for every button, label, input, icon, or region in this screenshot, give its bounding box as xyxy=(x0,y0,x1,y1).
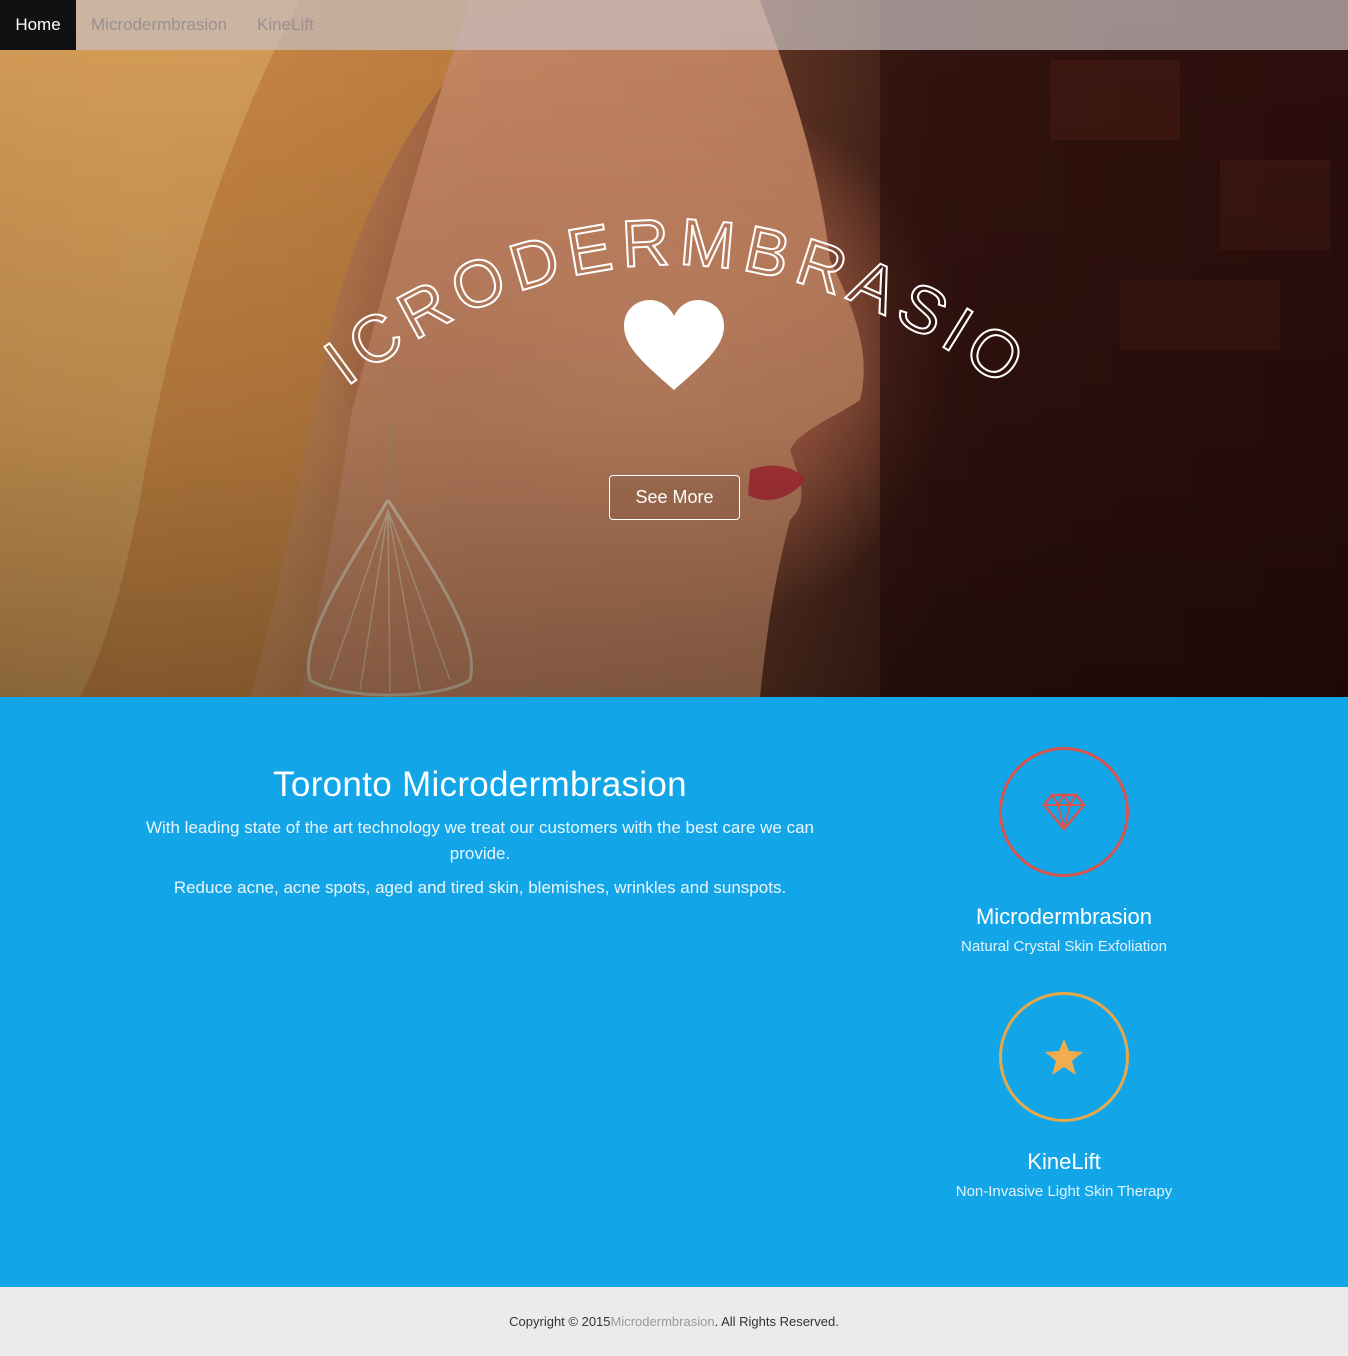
service-icon-circle xyxy=(999,747,1129,877)
footer-copyright-suffix: . All Rights Reserved. xyxy=(714,1314,839,1329)
service-title: Microdermbrasion xyxy=(975,904,1153,929)
service-microdermbrasion: Microdermbrasion Natural Crystal Skin Ex… xyxy=(904,747,1224,955)
footer-brand-link[interactable]: Microdermbrasion xyxy=(611,1314,715,1329)
service-subtitle: Non-Invasive Light Skin Therapy xyxy=(955,1183,1173,1200)
service-subtitle: Natural Crystal Skin Exfoliation xyxy=(961,938,1167,955)
intro-block: Toronto Microdermbrasion With leading st… xyxy=(130,765,830,909)
intro-heading: Toronto Microdermbrasion xyxy=(273,765,687,804)
heart-icon xyxy=(624,300,724,390)
diamond-icon xyxy=(1042,793,1086,831)
service-icon-circle xyxy=(999,992,1129,1122)
service-kinelift: KineLift Non-Invasive Light Skin Therapy xyxy=(904,992,1224,1200)
footer-copyright-prefix: Copyright © 2015 xyxy=(509,1314,611,1329)
intro-paragraph-2: Reduce acne, acne spots, aged and tired … xyxy=(173,878,787,897)
nav-item-kinelift[interactable]: KineLift xyxy=(242,0,329,50)
nav-item-microdermbrasion[interactable]: Microdermbrasion xyxy=(76,0,242,50)
intro-paragraph-1: With leading state of the art technology… xyxy=(145,818,815,863)
hero-banner: MICRODERMBRASION See More xyxy=(0,0,1348,697)
nav-item-home[interactable]: Home xyxy=(0,0,76,50)
star-icon xyxy=(1045,1039,1083,1075)
footer: Copyright © 2015 Microdermbrasion . All … xyxy=(0,1287,1348,1356)
features-section: Toronto Microdermbrasion With leading st… xyxy=(0,697,1348,1287)
service-title: KineLift xyxy=(1027,1149,1101,1174)
see-more-button[interactable]: See More xyxy=(609,475,740,520)
top-navbar: Home Microdermbrasion KineLift xyxy=(0,0,1348,50)
